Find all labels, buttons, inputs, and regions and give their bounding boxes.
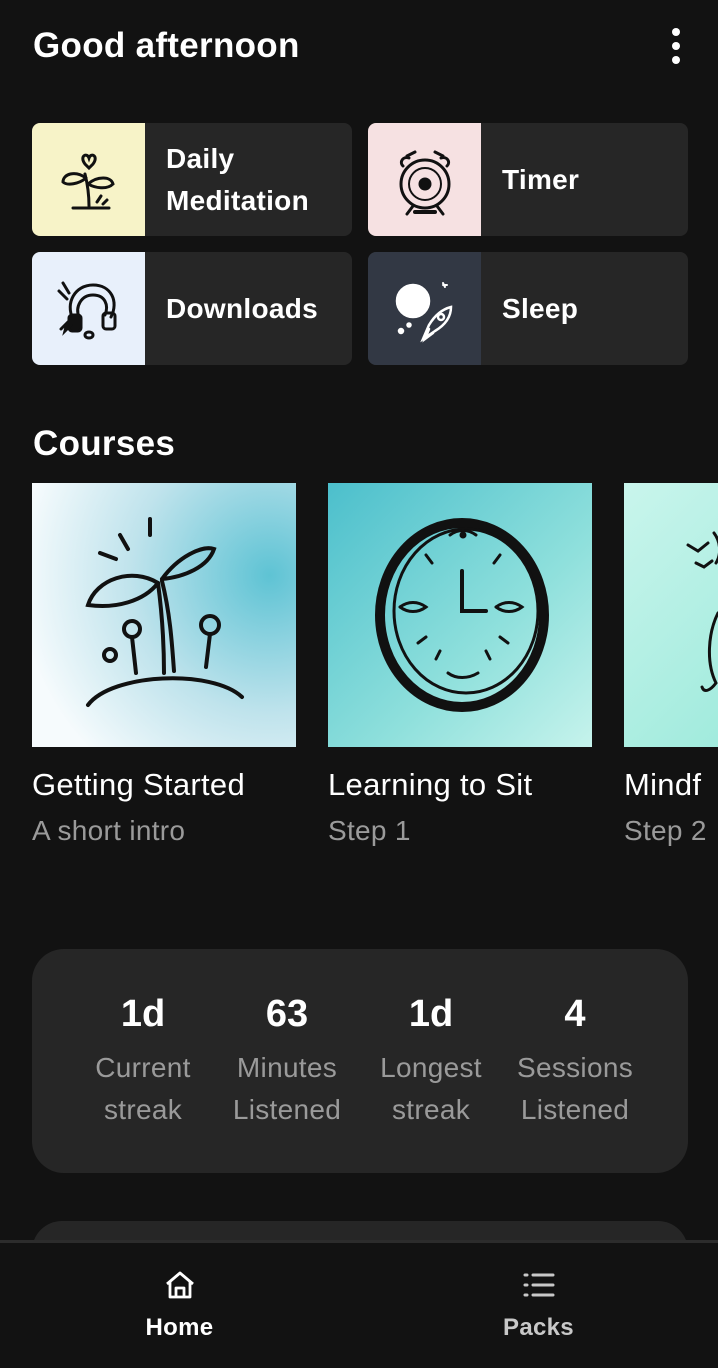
tile-label: Sleep <box>502 292 579 324</box>
tile-label: Downloads <box>166 292 319 324</box>
stat-label: Current streak <box>95 1052 191 1125</box>
sprout-heart-icon <box>32 123 145 236</box>
tile-timer[interactable]: Timer <box>368 123 688 236</box>
tile-sleep[interactable]: Sleep <box>368 252 688 365</box>
stat-label: Sessions Listened <box>516 1052 633 1125</box>
header: Good afternoon <box>33 22 688 72</box>
nav-item-home[interactable]: Home <box>0 1243 359 1368</box>
nav-label: Packs <box>503 1314 574 1341</box>
page-title: Good afternoon <box>33 26 300 65</box>
quick-tiles: Daily Meditation Timer Downloads Sleep <box>32 123 688 365</box>
tile-downloads[interactable]: Downloads <box>32 252 352 365</box>
clock-face-icon <box>328 483 592 747</box>
stat-value: 4 <box>564 993 586 1035</box>
more-vertical-icon <box>672 28 680 36</box>
stat-value: 1d <box>408 993 454 1035</box>
course-card-getting-started[interactable]: Getting Started A short intro <box>32 483 296 849</box>
birds-icon <box>624 483 718 747</box>
moon-rocket-icon <box>368 252 481 365</box>
alarm-clock-icon <box>368 123 481 236</box>
home-icon <box>165 1271 194 1299</box>
stat-sessions-listened: 4 Sessions Listened <box>503 989 647 1131</box>
list-icon <box>523 1273 554 1297</box>
more-options-button[interactable] <box>664 26 688 66</box>
course-subtitle: Step 1 <box>328 815 411 846</box>
stat-label: Minutes Listened <box>232 1052 342 1125</box>
bottom-nav: Home Packs <box>0 1240 718 1368</box>
course-title: Getting Started <box>32 767 246 802</box>
tile-label: Daily Meditation <box>166 142 309 216</box>
courses-carousel[interactable]: Getting Started A short intro Learning t… <box>32 483 718 863</box>
course-card-learning-to-sit[interactable]: Learning to Sit Step 1 <box>328 483 592 849</box>
tile-daily-meditation[interactable]: Daily Meditation <box>32 123 352 236</box>
stat-value: 63 <box>265 993 309 1035</box>
headphones-icon <box>32 252 145 365</box>
course-title: Learning to Sit <box>328 767 533 802</box>
course-title: Mindf <box>624 767 702 802</box>
stat-label: Longest streak <box>380 1052 482 1125</box>
sprout-icon <box>32 483 296 747</box>
stat-value: 1d <box>120 993 166 1035</box>
stat-current-streak: 1d Current streak <box>71 989 215 1131</box>
tile-label: Timer <box>502 163 580 195</box>
nav-label: Home <box>145 1314 214 1341</box>
course-card-mindfulness[interactable]: Mindf Step 2 <box>624 483 718 849</box>
courses-heading: Courses <box>33 424 176 463</box>
stats-card: 1d Current streak 63 Minutes Listened 1d… <box>32 949 688 1173</box>
course-subtitle: A short intro <box>32 815 186 846</box>
nav-item-packs[interactable]: Packs <box>359 1243 718 1368</box>
stat-longest-streak: 1d Longest streak <box>359 989 503 1131</box>
stat-minutes-listened: 63 Minutes Listened <box>215 989 359 1131</box>
course-subtitle: Step 2 <box>624 815 707 846</box>
